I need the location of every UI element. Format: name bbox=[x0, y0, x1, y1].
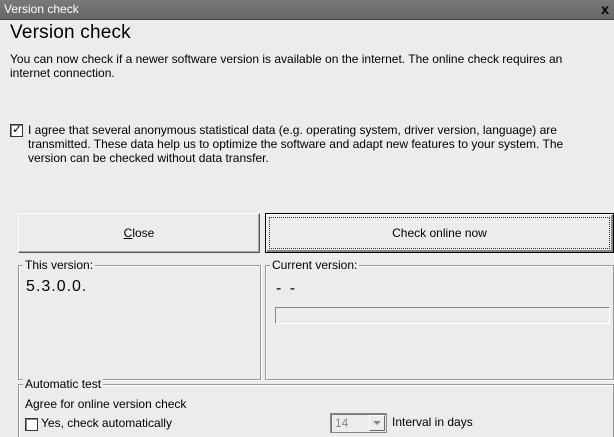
page-title: Version check bbox=[10, 22, 131, 43]
agree-statistics-label: I agree that several anonymous statistic… bbox=[28, 123, 564, 165]
automatic-test-group: Automatic test Agree for online version … bbox=[18, 377, 614, 437]
intro-text: You can now check if a newer software ve… bbox=[10, 52, 563, 80]
auto-check-checkbox[interactable] bbox=[25, 418, 38, 431]
interval-value: 14 bbox=[335, 416, 349, 430]
window-titlebar: Version check x bbox=[0, 0, 614, 20]
agree-online-check-label: Agree for online version check bbox=[25, 397, 187, 411]
current-version-value: - - bbox=[276, 280, 298, 297]
automatic-test-legend: Automatic test bbox=[23, 377, 104, 391]
version-check-progress-bar bbox=[275, 307, 610, 324]
this-version-legend: This version: bbox=[23, 258, 96, 272]
current-version-legend: Current version: bbox=[270, 258, 360, 272]
interval-select[interactable]: 14 bbox=[330, 413, 387, 433]
check-mark-icon: ✓ bbox=[12, 122, 23, 136]
agree-statistics-checkbox[interactable]: ✓ bbox=[10, 122, 23, 137]
chevron-down-icon[interactable] bbox=[369, 415, 385, 431]
check-online-button[interactable]: Check online now bbox=[265, 213, 614, 253]
interval-label: Interval in days bbox=[392, 415, 473, 429]
close-icon[interactable]: x bbox=[598, 0, 612, 18]
close-button-label: lose bbox=[132, 226, 155, 240]
current-version-group: Current version: - - bbox=[265, 258, 614, 380]
window-title: Version check bbox=[4, 2, 79, 16]
check-online-button-label: Check online now bbox=[269, 217, 610, 249]
close-button[interactable]: Close bbox=[18, 213, 260, 253]
auto-check-label: Yes, check automatically bbox=[41, 416, 172, 430]
this-version-group: This version: 5.3.0.0. bbox=[18, 258, 261, 380]
this-version-value: 5.3.0.0. bbox=[26, 278, 88, 295]
